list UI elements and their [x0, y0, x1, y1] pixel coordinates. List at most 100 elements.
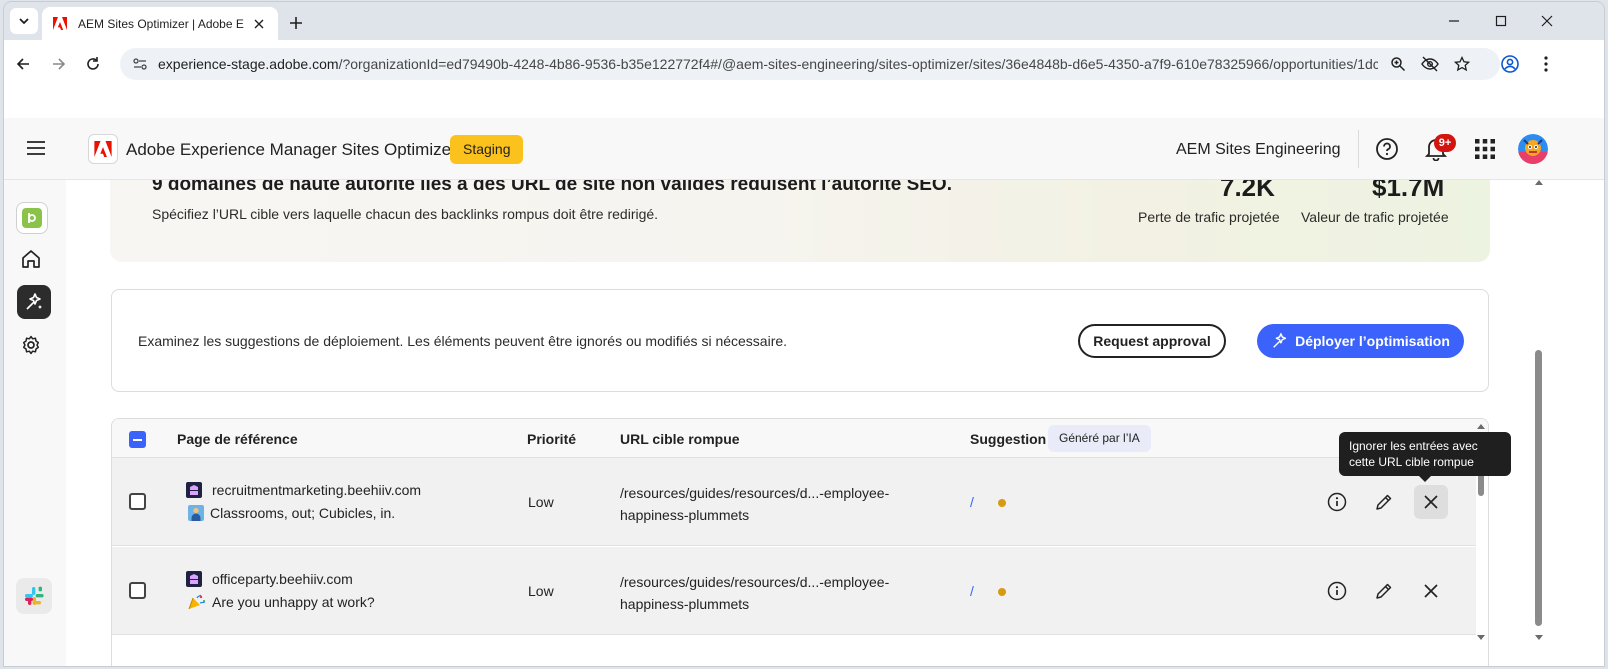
table-scroll-down-icon[interactable] — [1476, 634, 1486, 642]
account-icon — [1501, 55, 1519, 73]
site-settings-icon[interactable] — [132, 56, 148, 72]
gear-icon — [22, 335, 40, 355]
browser-menu-button[interactable] — [1534, 52, 1558, 76]
reload-button[interactable] — [80, 51, 106, 77]
star-icon[interactable] — [1452, 54, 1472, 74]
site-favicon-icon — [22, 208, 42, 228]
referring-page[interactable]: Classrooms, out; Cubicles, in. — [188, 505, 395, 521]
referring-domain-text: officeparty.beehiiv.com — [212, 571, 353, 587]
referring-domain[interactable]: officeparty.beehiiv.com — [186, 571, 353, 587]
table-row[interactable]: recruitmentmarketing.beehiiv.com Classro… — [112, 458, 1476, 546]
person-emoji-icon — [188, 505, 204, 521]
ignore-tooltip: Ignorer les entrées avec cette URL cible… — [1339, 432, 1511, 482]
new-tab-button[interactable] — [284, 11, 308, 35]
status-dot — [998, 499, 1006, 507]
header-divider — [1358, 130, 1359, 168]
chevron-down-icon — [19, 18, 29, 25]
referring-page-title: Classrooms, out; Cubicles, in. — [210, 505, 396, 521]
traffic-loss-label: Perte de trafic projetée — [1138, 209, 1280, 225]
party-popper-icon — [188, 594, 206, 610]
opportunity-description: Spécifiez l’URL cible vers laquelle chac… — [152, 206, 659, 222]
traffic-value-value: $1.7M — [1372, 180, 1445, 202]
tooltip-arrow — [1419, 476, 1431, 482]
url-text[interactable]: experience-stage.adobe.com/?organization… — [158, 56, 1378, 72]
edit-button[interactable] — [1372, 579, 1396, 603]
select-all-checkbox[interactable] — [129, 431, 146, 448]
more-vertical-icon — [1544, 56, 1548, 72]
browser-tab[interactable]: AEM Sites Optimizer | Adobe Ex — [42, 7, 278, 40]
close-window-button[interactable] — [1534, 10, 1560, 32]
adobe-logo[interactable] — [88, 134, 118, 164]
back-button[interactable] — [10, 51, 36, 77]
site-brand-button[interactable] — [16, 202, 48, 234]
request-approval-button[interactable]: Request approval — [1078, 324, 1226, 358]
deploy-instructions: Examinez les suggestions de déploiement.… — [138, 333, 788, 349]
opportunity-summary: 9 domaines de haute autorité liés à des … — [110, 180, 1490, 262]
referring-domain[interactable]: recruitmentmarketing.beehiiv.com — [186, 482, 421, 498]
slack-icon — [25, 586, 44, 605]
ai-generated-badge: Généré par l’IA — [1048, 425, 1151, 452]
row-checkbox[interactable] — [129, 582, 146, 599]
referring-page[interactable]: Are you unhappy at work? — [188, 594, 375, 610]
deploy-optimization-button[interactable]: Déployer l’optimisation — [1257, 324, 1464, 358]
main-content: 9 domaines de haute autorité liés à des … — [66, 180, 1594, 666]
page-scrollbar-thumb[interactable] — [1535, 350, 1542, 626]
adobe-icon — [52, 16, 68, 32]
zoom-icon[interactable] — [1388, 54, 1408, 74]
info-button[interactable] — [1325, 490, 1349, 514]
apps-button[interactable] — [1472, 136, 1498, 162]
table-header: Page de référence Priorité URL cible rom… — [112, 419, 1488, 458]
column-broken-url[interactable]: URL cible rompue — [620, 431, 740, 447]
broken-target-url: /resources/guides/resources/d...-employe… — [620, 482, 920, 526]
page-scroll-up-icon[interactable] — [1534, 178, 1544, 186]
page-scroll-down-icon[interactable] — [1534, 634, 1544, 642]
organization-switcher[interactable]: AEM Sites Engineering — [1176, 141, 1341, 159]
arrow-left-icon — [16, 58, 29, 70]
app-header: Adobe Experience Manager Sites Optimizer… — [4, 118, 1604, 180]
url-host: experience-stage.adobe.com — [158, 56, 339, 72]
ignore-button[interactable] — [1419, 579, 1443, 603]
info-button[interactable] — [1325, 579, 1349, 603]
address-bar[interactable]: experience-stage.adobe.com/?organization… — [120, 48, 1500, 80]
broken-target-url: /resources/guides/resources/d...-employe… — [620, 571, 920, 615]
ignore-button[interactable] — [1414, 485, 1448, 519]
tab-strip: AEM Sites Optimizer | Adobe Ex — [4, 2, 1604, 40]
browser-window: AEM Sites Optimizer | Adobe Ex experienc… — [4, 2, 1604, 666]
environment-badge: Staging — [450, 135, 524, 164]
opportunity-title: 9 domaines de haute autorité liés à des … — [152, 180, 952, 195]
nav-opportunities[interactable] — [17, 285, 51, 319]
table-scroll-up-icon[interactable] — [1476, 422, 1486, 430]
row-checkbox[interactable] — [129, 493, 146, 510]
hamburger-menu-icon[interactable] — [26, 138, 46, 158]
tab-close-icon[interactable] — [250, 15, 268, 33]
maximize-button[interactable] — [1488, 10, 1514, 32]
broken-url-line-2: happiness-plummets — [620, 596, 750, 612]
close-icon — [1424, 584, 1438, 598]
tab-title: AEM Sites Optimizer | Adobe Ex — [78, 16, 244, 31]
eye-off-icon[interactable] — [1420, 54, 1440, 74]
nav-home[interactable] — [14, 242, 48, 276]
nav-settings[interactable] — [14, 328, 48, 362]
status-dot — [998, 588, 1006, 596]
suggested-url-link[interactable]: / — [970, 583, 974, 599]
left-navigation — [4, 180, 66, 666]
edit-button[interactable] — [1372, 490, 1396, 514]
tab-search-button[interactable] — [10, 8, 38, 34]
minimize-button[interactable] — [1441, 10, 1467, 32]
help-button[interactable] — [1374, 136, 1400, 162]
url-path: /?organizationId=ed79490b-4248-4b86-9536… — [338, 56, 1378, 72]
broken-url-line-1: /resources/guides/resources/d...-employe… — [620, 574, 890, 590]
traffic-value-label: Valeur de trafic projetée — [1301, 209, 1449, 225]
browser-toolbar: experience-stage.adobe.com/?organization… — [4, 40, 1604, 86]
column-priority[interactable]: Priorité — [527, 431, 576, 447]
user-avatar[interactable] — [1518, 134, 1548, 164]
pencil-icon — [1376, 583, 1392, 599]
suggested-url-link[interactable]: / — [970, 494, 974, 510]
profile-button[interactable] — [1498, 52, 1522, 76]
forward-button[interactable] — [46, 51, 72, 77]
column-reference-page[interactable]: Page de référence — [177, 431, 298, 447]
help-icon — [1376, 138, 1398, 160]
column-suggestion[interactable]: Suggestion — [970, 431, 1046, 447]
slack-button[interactable] — [16, 578, 52, 614]
table-row[interactable]: officeparty.beehiiv.com Are you unhappy … — [112, 547, 1476, 635]
